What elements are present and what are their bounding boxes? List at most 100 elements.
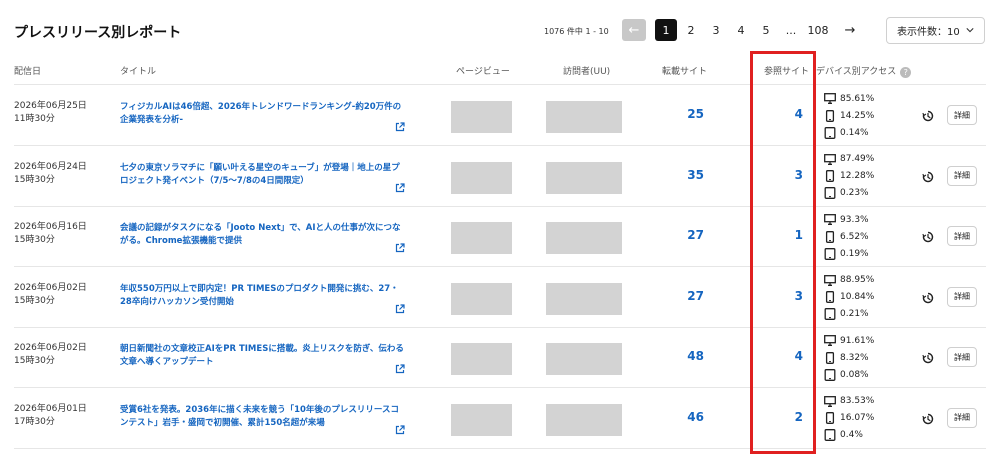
release-date-day: 2026年06月24日 [14,161,87,172]
release-date: 2026年06月01日 17時30分 [14,403,87,429]
table-row: 2026年06月02日 15時30分 年収550万円以上で即内定！PR TIMESの… [0,268,1000,328]
tablet-icon [824,429,836,441]
release-date-time: 15時30分 [14,174,55,185]
device-tablet: 0.14% [824,124,874,141]
highlight-box [750,51,816,454]
mobile-icon [825,412,835,424]
release-date: 2026年06月02日 15時30分 [14,342,87,368]
external-link-icon[interactable] [395,122,405,132]
release-date: 2026年06月16日 15時30分 [14,221,87,247]
device-breakdown: 93.3% 6.52% 0.19% [824,211,869,262]
page-ellipsis: ... [785,23,797,37]
device-mobile: 6.52% [824,228,869,245]
device-breakdown: 83.53% 16.07% 0.4% [824,393,874,444]
col-header-date: 配信日 [14,67,42,77]
tablet-share: 0.08% [840,369,869,380]
device-mobile: 14.25% [824,107,874,124]
page-2-button[interactable]: 2 [682,19,700,41]
release-title-link[interactable]: 七夕の東京ソラマチに「願い叶える星空のキューブ」が登場｜地上の星プロジェクト発イ… [120,162,405,188]
external-link-icon[interactable] [395,303,405,314]
mobile-share: 8.32% [840,352,869,363]
page-1-button[interactable]: 1 [655,19,677,41]
table-row: 2026年06月16日 15時30分 会議の記録がタスクになる「Jooto Next… [0,207,1000,267]
col-header-title: タイトル [120,67,157,77]
desktop-icon [824,93,836,104]
page-4-button[interactable]: 4 [732,19,750,41]
republished-count-link[interactable]: 27 [660,289,704,303]
mobile-icon [825,230,835,243]
release-date-day: 2026年06月02日 [14,343,87,353]
mobile-icon [825,170,835,182]
device-breakdown: 88.95% 10.84% 0.21% [824,272,874,323]
analytics-icon[interactable] [922,352,934,364]
republished-count-link[interactable]: 27 [660,228,704,242]
analytics-icon[interactable] [922,292,934,304]
analytics-icon[interactable] [922,171,934,183]
republished-count-link[interactable]: 48 [660,349,704,363]
external-link-icon[interactable] [395,364,405,374]
col-header-republished: 転載サイト [662,67,708,77]
desktop-icon [824,395,836,407]
analytics-icon[interactable] [922,413,934,425]
tablet-icon [824,126,836,139]
desktop-share: 91.61% [840,335,875,346]
mobile-icon [825,351,835,364]
col-header-pageviews: ページビュー [456,67,510,77]
external-link-icon[interactable] [395,243,405,253]
desktop-share: 87.49% [840,154,875,164]
release-title-link[interactable]: 会議の記録がタスクになる「Jooto Next」で、AIと人の仕事が次につながる… [120,222,405,248]
page-5-button[interactable]: 5 [757,19,775,41]
visitors-masked [546,343,622,375]
release-date-time: 15時30分 [14,235,55,245]
device-desktop: 83.53% [824,393,874,410]
col-header-visitors: 訪問者(UU) [563,67,611,77]
detail-button[interactable]: 詳細 [947,407,977,428]
detail-button[interactable]: 詳細 [947,347,977,367]
visitors-masked [546,161,622,194]
analytics-icon[interactable] [922,231,934,243]
device-tablet: 0.21% [824,306,874,323]
mobile-icon [825,109,835,122]
detail-button[interactable]: 詳細 [947,165,977,186]
tablet-share: 0.19% [840,248,869,259]
prev-page-button[interactable]: ← [622,19,646,41]
per-page-select[interactable]: 表示件数：10 [886,17,985,44]
desktop-share: 88.95% [840,275,875,285]
external-link-icon[interactable] [395,182,405,193]
desktop-share: 93.3% [840,214,869,225]
mobile-share: 12.28% [840,171,875,181]
desktop-icon [824,274,836,286]
republished-count-link[interactable]: 46 [660,410,704,424]
pageviews-masked [451,403,512,436]
help-icon[interactable]: ? [900,67,912,78]
page-3-button[interactable]: 3 [707,19,725,41]
republished-count-link[interactable]: 35 [660,168,704,182]
device-breakdown: 91.61% 8.32% 0.08% [824,332,874,383]
mobile-icon [825,291,835,303]
release-title-link[interactable]: 朝日新聞社の文章校正AIをPR TIMESに搭載。炎上リスクを防ぎ、伝わる文章へ… [120,343,405,369]
desktop-icon [824,214,836,225]
last-page-button[interactable]: 108 [803,19,833,41]
mobile-share: 6.52% [840,231,869,242]
next-page-button[interactable]: → [838,19,862,41]
tablet-share: 0.21% [840,309,869,319]
release-date: 2026年06月25日 11時30分 [14,100,87,126]
detail-button[interactable]: 詳細 [947,286,977,307]
republished-count-link[interactable]: 25 [660,107,704,121]
device-breakdown: 85.61% 14.25% 0.14% [824,90,874,141]
tablet-share: 0.4% [840,430,863,440]
release-title-link[interactable]: 年収550万円以上で即内定！PR TIMESのプロダクト開発に挑む、27・28卒… [120,283,405,309]
detail-button[interactable]: 詳細 [947,226,977,246]
release-title-link[interactable]: フィジカルAIは46倍超、2026年トレンドワードランキング-約20万件の企業発… [120,101,405,127]
table-row: 2026年06月02日 15時30分 朝日新聞社の文章校正AIをPR TIMESに搭… [0,328,1000,388]
release-title-link[interactable]: 受賞6社を発表。2036年に描く未来を競う「10年後のプレスリリースコンテスト」… [120,404,405,430]
detail-button[interactable]: 詳細 [947,105,977,125]
page-title: プレスリリース別レポート [14,25,182,41]
device-desktop: 93.3% [824,211,869,228]
visitors-masked [546,101,622,133]
external-link-icon[interactable] [395,424,405,435]
device-breakdown: 87.49% 12.28% 0.23% [824,151,874,202]
analytics-icon[interactable] [922,110,934,122]
pageviews-masked [451,343,512,375]
tablet-share: 0.14% [840,127,869,138]
